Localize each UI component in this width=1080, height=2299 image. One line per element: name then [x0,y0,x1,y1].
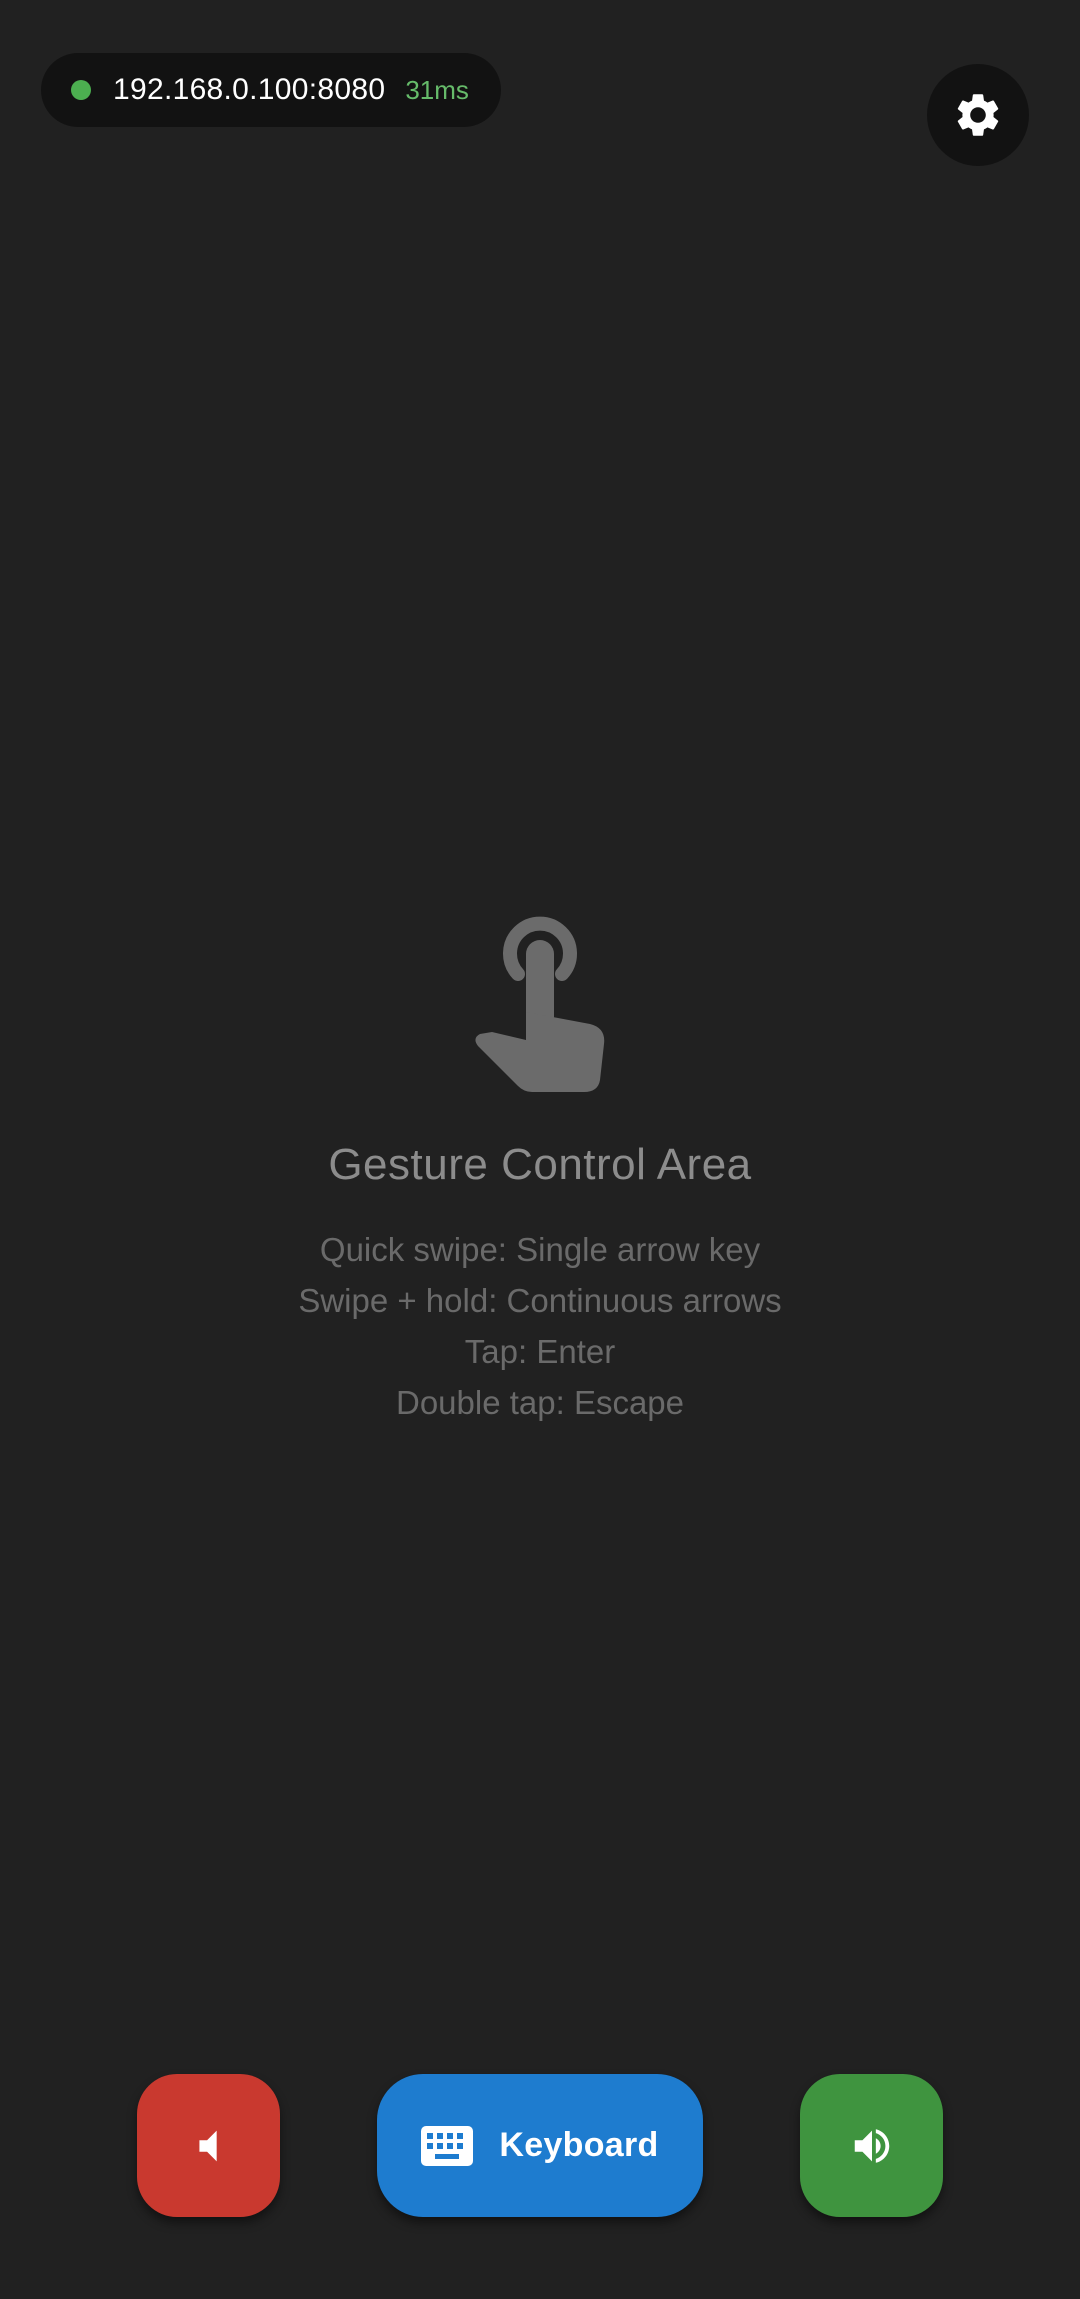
hint-swipe-hold: Swipe + hold: Continuous arrows [298,1282,782,1319]
gesture-control-area[interactable]: Gesture Control Area Quick swipe: Single… [0,180,1080,2040]
keyboard-button[interactable]: Keyboard [377,2074,703,2217]
hint-tap: Tap: Enter [464,1333,616,1370]
remote-control-screen: 192.168.0.100:8080 31ms Gesture Control … [0,0,1080,2299]
volume-up-button[interactable] [800,2074,943,2217]
connection-status-dot [71,80,91,100]
latency-value: 31ms [405,74,469,105]
gear-icon [957,94,999,136]
gesture-hints: Quick swipe: Single arrow key Swipe + ho… [0,1224,1080,1428]
connection-status: 192.168.0.100:8080 31ms [41,53,501,127]
settings-button[interactable] [927,64,1029,166]
gesture-area-title: Gesture Control Area [328,1140,752,1189]
hint-double-tap: Double tap: Escape [395,1384,685,1421]
keyboard-icon [421,2125,474,2166]
volume-up-icon [854,2128,889,2163]
server-address: 192.168.0.100:8080 [113,73,386,106]
hint-quick-swipe: Quick swipe: Single arrow key [319,1231,761,1268]
volume-down-button[interactable] [137,2074,280,2217]
volume-down-icon [198,2130,217,2161]
touch-hand-icon [475,916,605,1092]
keyboard-button-label: Keyboard [499,2126,659,2164]
